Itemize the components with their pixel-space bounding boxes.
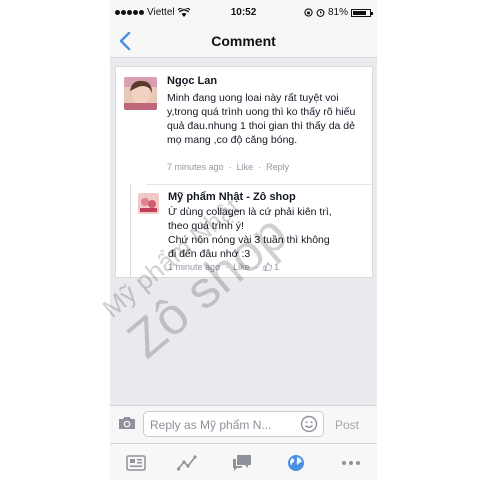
reply-input[interactable]: Reply as Mỹ phẩm N...	[143, 411, 324, 437]
messages-icon[interactable]	[232, 454, 252, 472]
reply-thread-line	[130, 184, 131, 278]
news-feed-icon[interactable]	[126, 454, 146, 472]
alarm-icon	[316, 8, 325, 17]
comment-line: Ừ dùng collagen là cứ phải kiên trì,	[168, 206, 332, 218]
comment-author[interactable]: Ngọc Lan	[167, 75, 217, 87]
globe-icon[interactable]	[286, 454, 306, 472]
avatar[interactable]	[138, 193, 159, 214]
status-right: 81%	[304, 7, 373, 18]
reply-link[interactable]: Reply	[266, 162, 289, 172]
thumbs-up-icon	[263, 262, 272, 271]
avatar[interactable]	[124, 77, 157, 110]
comment-line: Chứ nôn nóng vài 3 tuần thì không	[168, 234, 330, 246]
more-icon[interactable]	[341, 454, 361, 472]
comment-meta: 1 minute ago · Like · 1	[168, 262, 280, 272]
comment-timestamp: 7 minutes ago	[167, 162, 224, 172]
comment-text: Minh đang uong loai này rất tuyệt voi y,…	[167, 92, 356, 146]
battery-icon	[351, 8, 373, 17]
battery-percent: 81%	[327, 7, 348, 18]
orientation-lock-icon	[304, 8, 313, 17]
comment-line: đi đến đâu nhớ :3	[168, 248, 251, 260]
comment-line: theo quá trình ý!	[168, 220, 244, 232]
phone-screen: Viettel 10:52 81% Comment Ngọc Lan Minh …	[110, 0, 377, 480]
tab-bar	[110, 443, 377, 480]
page-title: Comment	[211, 33, 276, 49]
divider	[146, 184, 372, 185]
navigation-bar: Comment	[110, 25, 377, 58]
comment-text: Ừ dùng collagen là cứ phải kiên trì, the…	[168, 205, 368, 261]
comment-thread: Ngọc Lan Minh đang uong loai này rất tuy…	[115, 66, 373, 278]
like-link[interactable]: Like	[233, 262, 250, 272]
post-button[interactable]: Post	[335, 418, 359, 432]
status-bar: Viettel 10:52 81%	[110, 0, 377, 25]
comment-meta: 7 minutes ago · Like · Reply	[167, 162, 290, 172]
activity-icon[interactable]	[177, 454, 197, 472]
emoji-icon[interactable]	[300, 415, 318, 433]
comment-timestamp: 1 minute ago	[168, 262, 221, 272]
like-count: 1	[274, 262, 280, 272]
camera-icon[interactable]	[118, 416, 136, 430]
comment-author[interactable]: Mỹ phẩm Nhật - Zô shop	[168, 191, 296, 203]
reply-bar: Reply as Mỹ phẩm N... Post	[110, 405, 377, 444]
like-link[interactable]: Like	[237, 162, 254, 172]
